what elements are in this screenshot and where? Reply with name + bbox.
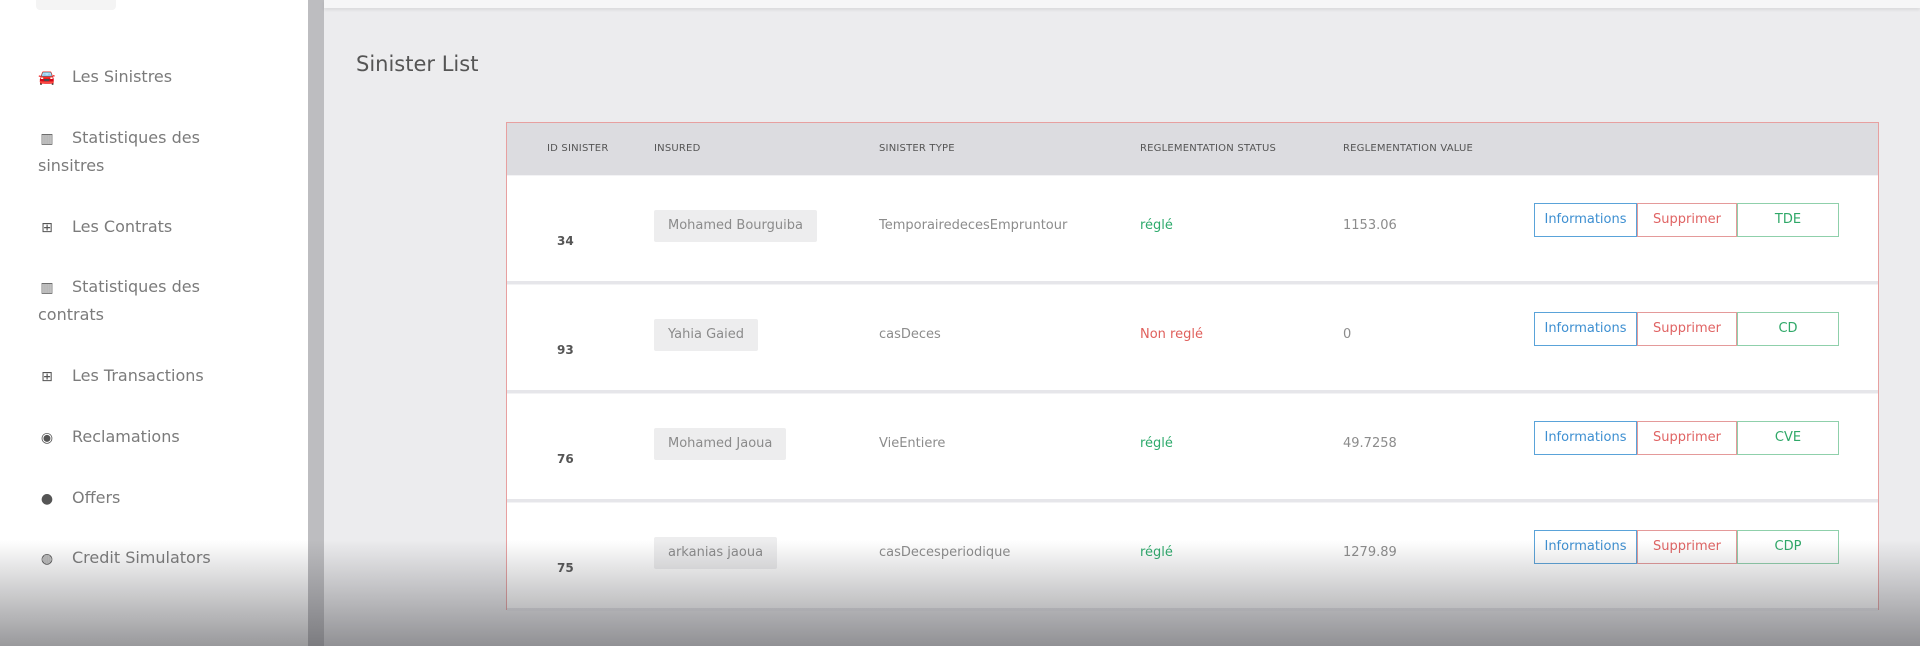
reglementation-value: 1153.06 <box>1343 218 1397 233</box>
supprimer-button[interactable]: Supprimer <box>1637 530 1737 564</box>
sidebar-item-credit-simulators[interactable]: ◍ Credit Simulators <box>38 544 288 573</box>
table-row: 75 arkanias jaoua casDecesperiodique rég… <box>507 503 1878 611</box>
reglementation-value: 49.7258 <box>1343 436 1397 451</box>
supprimer-button[interactable]: Supprimer <box>1637 312 1737 346</box>
insured-name: Mohamed Jaoua <box>654 428 787 460</box>
page-title: Sinister List <box>356 52 479 76</box>
sidebar-item-les-sinistres[interactable]: 🚘 Les Sinistres <box>38 63 288 92</box>
type-code-button[interactable]: CDP <box>1737 530 1839 564</box>
type-code-button[interactable]: TDE <box>1737 203 1839 237</box>
table-row: 76 Mohamed Jaoua VieEntiere réglé 49.725… <box>507 394 1878 502</box>
tachometer-icon: 🚘 <box>38 70 56 86</box>
table-row: 34 Mohamed Bourguiba TemporairedecesEmpr… <box>507 176 1878 284</box>
insured-name: arkanias jaoua <box>654 537 778 569</box>
column-header-sinister-type: SINISTER TYPE <box>879 143 955 154</box>
sidebar-item-label: sinsitres <box>38 156 105 175</box>
bar-chart-icon: ▥ <box>40 280 54 296</box>
sidebar-item-statistiques-sinistres[interactable]: ▥ Statistiques des <box>38 124 288 153</box>
sinister-id: 76 <box>557 452 574 466</box>
column-header-id: ID SINISTER <box>547 143 609 154</box>
globe-icon: ◍ <box>40 551 54 567</box>
sidebar-item-statistiques-contrats[interactable]: ▥ Statistiques des <box>38 273 288 302</box>
sidebar-item-label-line2[interactable]: contrats <box>38 301 288 329</box>
supprimer-button[interactable]: Supprimer <box>1637 421 1737 455</box>
sidebar-item-label: Les Transactions <box>72 366 204 385</box>
sinister-id: 34 <box>557 234 574 248</box>
table-icon: ⊞ <box>41 369 53 385</box>
column-header-value: REGLEMENTATION VALUE <box>1343 143 1474 154</box>
gift-icon: ● <box>40 491 54 507</box>
sidebar-item-les-contrats[interactable]: ⊞ Les Contrats <box>38 213 288 242</box>
type-code-button[interactable]: CD <box>1737 312 1839 346</box>
sidebar-item-label: Les Sinistres <box>72 67 173 86</box>
sidebar-item-label: contrats <box>38 305 104 324</box>
sidebar: 🚘 Les Sinistres ▥ Statistiques des sinsitr… <box>0 0 308 646</box>
sidebar-item-reclamations[interactable]: ◉ Reclamations <box>38 423 288 452</box>
insured-name: Yahia Gaied <box>654 319 758 351</box>
status-badge: Non reglé <box>1140 327 1203 342</box>
column-header-status: REGLEMENTATION STATUS <box>1140 143 1277 154</box>
table-icon: ⊞ <box>41 220 53 236</box>
sidebar-item-label: Credit Simulators <box>72 548 211 567</box>
informations-button[interactable]: Informations <box>1534 421 1637 455</box>
sidebar-item-label: Offers <box>72 488 121 507</box>
sidebar-item-label: Reclamations <box>72 427 180 446</box>
status-badge: réglé <box>1140 218 1173 233</box>
sidebar-item-label: Statistiques des <box>72 128 200 147</box>
sidebar-item-les-transactions[interactable]: ⊞ Les Transactions <box>38 362 288 391</box>
sidebar-item-label-line2[interactable]: sinsitres <box>38 152 288 180</box>
supprimer-button[interactable]: Supprimer <box>1637 203 1737 237</box>
insured-name: Mohamed Bourguiba <box>654 210 817 242</box>
informations-button[interactable]: Informations <box>1534 312 1637 346</box>
sinister-type: TemporairedecesEmpruntour <box>879 218 1068 233</box>
main-content: Sinister List ID SINISTER INSURED SINIST… <box>324 0 1920 646</box>
informations-button[interactable]: Informations <box>1534 203 1637 237</box>
reglementation-value: 0 <box>1343 327 1352 342</box>
logo[interactable] <box>36 0 116 10</box>
sinister-id: 75 <box>557 561 574 575</box>
table-header: ID SINISTER INSURED SINISTER TYPE REGLEM… <box>507 123 1878 175</box>
type-code-button[interactable]: CVE <box>1737 421 1839 455</box>
sidebar-item-label: Les Contrats <box>72 217 173 236</box>
sinister-type: casDeces <box>879 327 941 342</box>
sidebar-item-offers[interactable]: ● Offers <box>38 484 288 513</box>
column-header-insured: INSURED <box>654 143 701 154</box>
status-badge: réglé <box>1140 545 1173 560</box>
table-row: 93 Yahia Gaied casDeces Non reglé 0 Info… <box>507 285 1878 393</box>
sinister-id: 93 <box>557 343 574 357</box>
status-badge: réglé <box>1140 436 1173 451</box>
eye-icon: ◉ <box>40 430 54 446</box>
sinister-type: VieEntiere <box>879 436 946 451</box>
reglementation-value: 1279.89 <box>1343 545 1397 560</box>
sinister-table: ID SINISTER INSURED SINISTER TYPE REGLEM… <box>506 122 1879 611</box>
bar-chart-icon: ▥ <box>40 131 54 147</box>
top-bar <box>324 0 1920 8</box>
informations-button[interactable]: Informations <box>1534 530 1637 564</box>
sidebar-divider <box>308 0 324 646</box>
sidebar-item-label: Statistiques des <box>72 277 200 296</box>
sinister-type: casDecesperiodique <box>879 545 1011 560</box>
